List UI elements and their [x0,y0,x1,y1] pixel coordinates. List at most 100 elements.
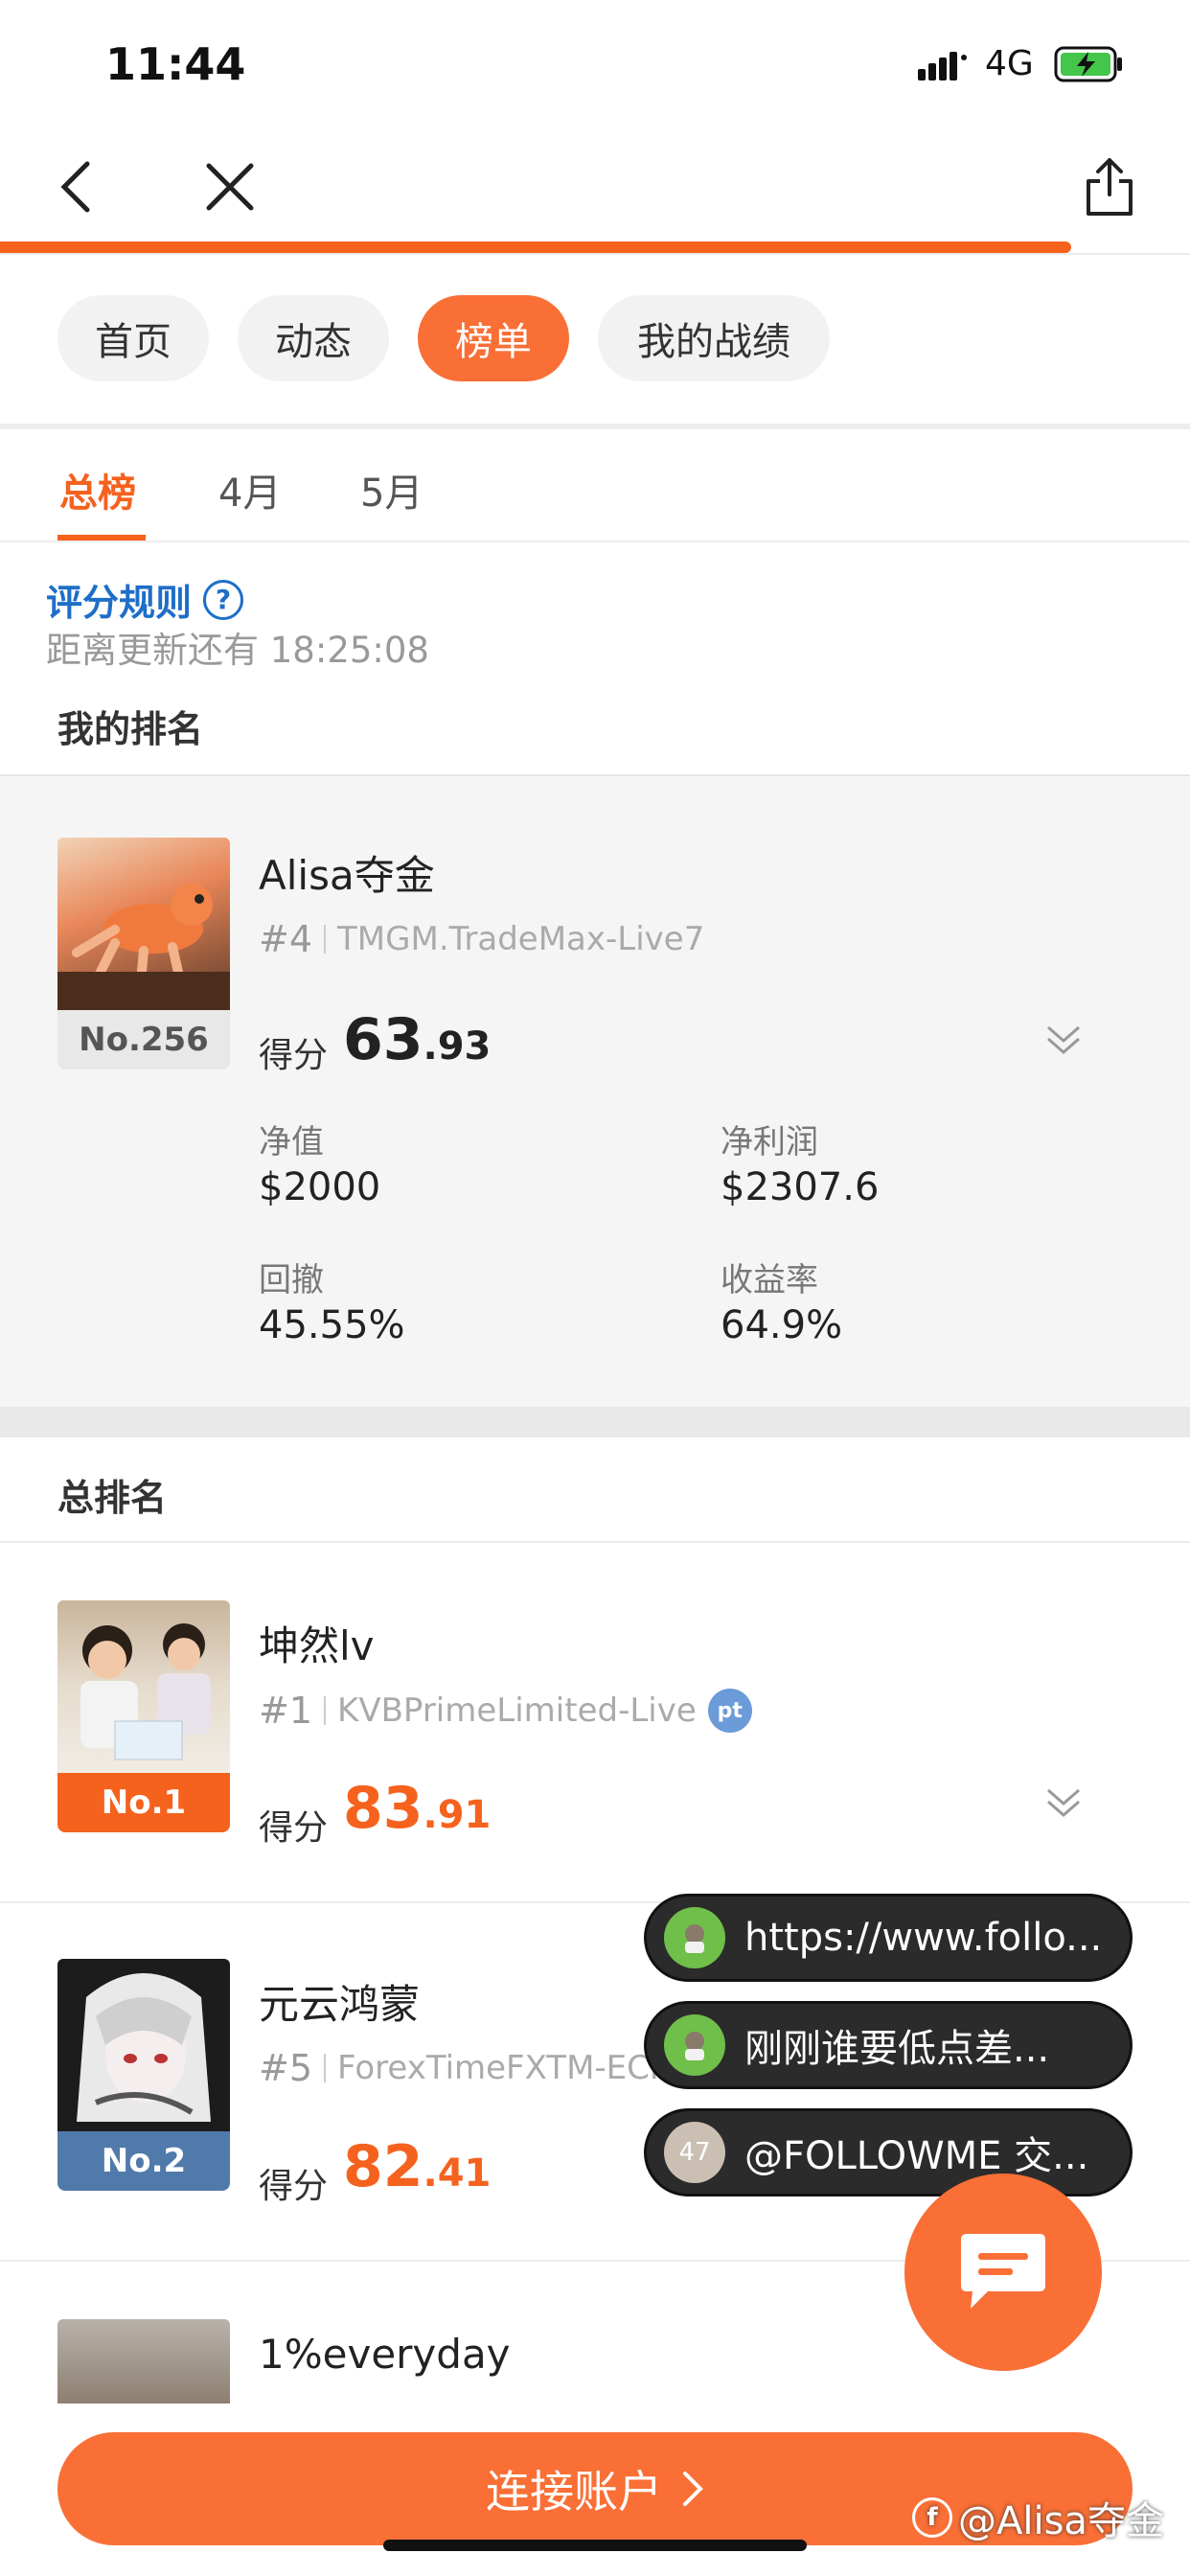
close-icon [206,163,254,211]
divider [324,2054,327,2082]
divider [0,1541,1190,1543]
avatar [664,2014,725,2076]
divider [324,925,327,954]
avatar-icon [685,1924,704,1953]
top-tabs: 首页 动态 榜单 我的战绩 [0,295,1190,383]
chevron-right-icon [683,2472,703,2506]
score-integer: 63 [343,1006,423,1073]
user-name: 坤然lv [259,1622,375,1669]
period-tabs: 总榜 4月 5月 [0,429,1190,542]
overall-rank-title: 总排名 [57,1477,168,1519]
stat-value-return: 64.9% [721,1303,843,1347]
scoring-rules-label: 评分规则 [46,582,193,624]
update-countdown: 距离更新还有 18:25:08 [46,621,429,673]
score-decimal: .41 [423,2151,492,2196]
user-name: Alisa夺金 [259,852,435,899]
nav-bar [0,129,1190,244]
user-rank: #5 [259,2047,313,2089]
broker-name: ForexTimeFXTM-ECN [337,2049,675,2087]
watermark: f @Alisa夺金 [912,2490,1164,2545]
avatar [57,838,230,1010]
stat-value-drawdown: 45.55% [259,1303,405,1347]
back-arrow-icon [60,161,90,213]
avatar [57,2319,230,2405]
share-button[interactable] [1071,149,1148,225]
floating-message-text: https://www.follo... [744,1916,1103,1960]
user-name: 1%everyday [259,2331,511,2378]
chat-button[interactable] [904,2174,1102,2371]
active-tab-indicator [57,535,146,540]
score-value: 82.41 [343,2133,491,2200]
watermark-logo: f [912,2497,952,2538]
my-rank-title: 我的排名 [57,708,204,750]
tab-leaderboard[interactable]: 榜单 [418,295,569,381]
score-value: 83.91 [343,1775,491,1842]
network-type: 4G [985,44,1034,83]
divider [324,1696,327,1725]
floating-message[interactable]: 47 @FOLLOWME 交... [644,2108,1133,2196]
signal-icon [918,52,967,80]
score-label: 得分 [259,1036,329,1075]
stat-value-net-profit: $2307.6 [721,1165,880,1209]
user-meta: #1 KVBPrimeLimited-Live pt [259,1689,752,1733]
floating-message-text: 刚刚谁要低点差... [744,2027,1050,2071]
battery-charging-icon [1054,46,1122,82]
score-decimal: .93 [423,1024,492,1069]
user-meta: #5 ForexTimeFXTM-ECN [259,2047,674,2089]
scoring-rules-link[interactable]: 评分规则 ? [46,573,244,626]
score-integer: 83 [343,1775,423,1842]
score-integer: 82 [343,2133,423,2200]
avatar: 47 [664,2122,725,2183]
gecko-photo [57,884,230,1010]
broker-name: TMGM.TradeMax-Live7 [337,920,705,958]
expand-chevron-icon[interactable] [1044,1022,1083,1060]
pt-badge-icon: pt [707,1689,752,1733]
anime-avatar-photo [77,1973,211,2122]
user-rank: #4 [259,918,313,960]
my-rank-card[interactable]: No.256 Alisa夺金 #4 TMGM.TradeMax-Live7 得分… [0,774,1190,1407]
close-button[interactable] [192,149,268,225]
section-separator [0,1407,1190,1438]
tab-feed[interactable]: 动态 [238,295,389,381]
countdown-value: 18:25:08 [269,630,429,671]
tab-april[interactable]: 4月 [218,462,281,518]
score-label: 得分 [259,1808,329,1848]
user-rank: #1 [259,1690,313,1732]
stat-value-equity: $2000 [259,1165,381,1209]
back-button[interactable] [38,149,115,225]
connect-account-label: 连接账户 [486,2466,662,2518]
children-photo [80,1623,211,1760]
stat-label-return: 收益率 [721,1261,818,1300]
floating-message[interactable]: https://www.follo... [644,1894,1133,1982]
question-icon: ? [203,579,244,620]
tab-may[interactable]: 5月 [360,462,423,518]
avatar-icon [685,2032,704,2060]
status-time: 11:44 [105,38,246,90]
tab-home[interactable]: 首页 [57,295,209,381]
countdown-prefix: 距离更新还有 [46,630,259,671]
share-icon [1087,158,1133,216]
user-meta: #4 TMGM.TradeMax-Live7 [259,918,704,960]
floating-message-text: @FOLLOWME 交... [744,2134,1089,2178]
tab-overall[interactable]: 总榜 [59,462,136,518]
rank-tag: No.2 [57,2131,230,2191]
score-decimal: .91 [423,1793,492,1837]
status-bar: 11:44 4G [0,0,1190,129]
stat-label-net-profit: 净利润 [721,1123,818,1162]
stat-label-equity: 净值 [259,1123,324,1162]
watermark-text: @Alisa夺金 [958,2499,1164,2543]
avatar [57,1959,230,2131]
floating-message[interactable]: 刚刚谁要低点差... [644,2001,1133,2089]
rank-tag: No.1 [57,1773,230,1832]
stat-label-drawdown: 回撤 [259,1261,324,1300]
expand-chevron-icon[interactable] [1044,1784,1083,1823]
user-name: 元云鸿蒙 [259,1981,421,2028]
chat-bubble-icon [961,2234,1045,2309]
page-load-progress-fill [0,242,1071,253]
avatar [57,1600,230,1773]
home-indicator [383,2540,807,2551]
score-value: 63.93 [343,1006,491,1073]
tab-my-record[interactable]: 我的战绩 [598,295,830,381]
broker-name: KVBPrimeLimited-Live [337,1691,697,1730]
nav-divider [0,253,1190,255]
